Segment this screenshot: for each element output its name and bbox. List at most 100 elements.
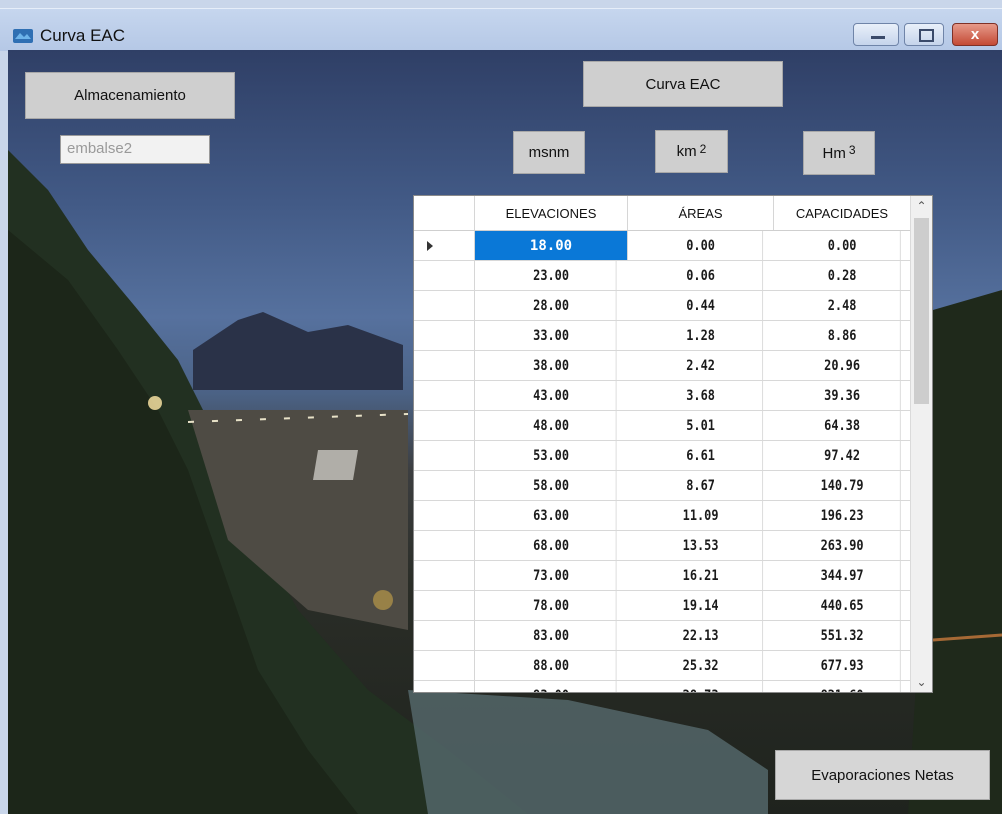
table-row[interactable]: 43.00 3.68 39.36 xyxy=(414,381,911,411)
cell-elevacion[interactable]: 73.00 xyxy=(486,561,617,590)
table-row[interactable]: 53.00 6.61 97.42 xyxy=(414,441,911,471)
embalse-input[interactable]: embalse2 xyxy=(60,135,210,164)
table-row[interactable]: 28.00 0.44 2.48 xyxy=(414,291,911,321)
cell-capacidad[interactable]: 8.86 xyxy=(784,321,901,350)
column-header-elevaciones[interactable]: ELEVACIONES xyxy=(475,196,628,230)
table-row[interactable]: 63.00 11.09 196.23 xyxy=(414,501,911,531)
cell-area[interactable]: 16.21 xyxy=(639,561,764,590)
curva-eac-button[interactable]: Curva EAC xyxy=(583,61,783,107)
cell-area[interactable]: 0.06 xyxy=(639,261,764,290)
cell-area[interactable]: 5.01 xyxy=(639,411,764,440)
row-header[interactable] xyxy=(414,351,475,380)
row-header[interactable] xyxy=(414,651,475,680)
cell-capacidad[interactable]: 263.90 xyxy=(784,531,901,560)
table-row[interactable]: 58.00 8.67 140.79 xyxy=(414,471,911,501)
cell-capacidad[interactable]: 0.28 xyxy=(784,261,901,290)
cell-area[interactable]: 19.14 xyxy=(639,591,764,620)
maximize-button[interactable] xyxy=(904,23,944,46)
table-row[interactable]: 93.00 28.73 821.60 xyxy=(414,681,911,692)
cell-capacidad[interactable]: 821.60 xyxy=(784,681,901,692)
table-row[interactable]: 78.00 19.14 440.65 xyxy=(414,591,911,621)
table-row[interactable]: 48.00 5.01 64.38 xyxy=(414,411,911,441)
cell-capacidad[interactable]: 20.96 xyxy=(784,351,901,380)
grid-rows: 18.00 0.00 0.00 23.00 0.06 0.28 28.00 0.44 2.48 3… xyxy=(414,231,911,692)
row-header[interactable] xyxy=(414,261,475,290)
table-row[interactable]: 23.00 0.06 0.28 xyxy=(414,261,911,291)
cell-elevacion[interactable]: 23.00 xyxy=(486,261,617,290)
column-header-areas[interactable]: ÁREAS xyxy=(628,196,774,230)
row-header[interactable] xyxy=(414,441,475,470)
table-row[interactable]: 88.00 25.32 677.93 xyxy=(414,651,911,681)
row-header[interactable] xyxy=(414,591,475,620)
cell-capacidad[interactable]: 2.48 xyxy=(784,291,901,320)
row-header[interactable] xyxy=(414,381,475,410)
cell-elevacion[interactable]: 18.00 xyxy=(475,231,628,260)
cell-capacidad[interactable]: 97.42 xyxy=(784,441,901,470)
cell-area[interactable]: 0.00 xyxy=(639,231,764,260)
scroll-up-icon[interactable]: ⌃ xyxy=(911,196,932,216)
title-bar[interactable]: Curva EAC x xyxy=(0,8,1002,51)
evaporaciones-netas-button[interactable]: Evaporaciones Netas xyxy=(775,750,990,800)
cell-elevacion[interactable]: 78.00 xyxy=(486,591,617,620)
row-header[interactable] xyxy=(414,411,475,440)
row-header[interactable] xyxy=(414,471,475,500)
table-row[interactable]: 68.00 13.53 263.90 xyxy=(414,531,911,561)
cell-elevacion[interactable]: 38.00 xyxy=(486,351,617,380)
cell-elevacion[interactable]: 68.00 xyxy=(486,531,617,560)
cell-elevacion[interactable]: 43.00 xyxy=(486,381,617,410)
cell-capacidad[interactable]: 551.32 xyxy=(784,621,901,650)
cell-capacidad[interactable]: 344.97 xyxy=(784,561,901,590)
table-row[interactable]: 38.00 2.42 20.96 xyxy=(414,351,911,381)
cell-elevacion[interactable]: 53.00 xyxy=(486,441,617,470)
cell-area[interactable]: 2.42 xyxy=(639,351,764,380)
cell-capacidad[interactable]: 196.23 xyxy=(784,501,901,530)
cell-elevacion[interactable]: 28.00 xyxy=(486,291,617,320)
row-header[interactable] xyxy=(414,531,475,560)
minimize-button[interactable] xyxy=(853,23,899,46)
row-header[interactable] xyxy=(414,321,475,350)
km2-button[interactable]: km 2 xyxy=(655,130,728,173)
cell-elevacion[interactable]: 63.00 xyxy=(486,501,617,530)
cell-area[interactable]: 11.09 xyxy=(639,501,764,530)
row-header[interactable] xyxy=(414,561,475,590)
cell-capacidad[interactable]: 64.38 xyxy=(784,411,901,440)
cell-area[interactable]: 25.32 xyxy=(639,651,764,680)
row-header[interactable] xyxy=(414,681,475,692)
column-header-capacidades[interactable]: CAPACIDADES xyxy=(774,196,911,230)
cell-elevacion[interactable]: 88.00 xyxy=(486,651,617,680)
cell-area[interactable]: 0.44 xyxy=(639,291,764,320)
table-row[interactable]: 33.00 1.28 8.86 xyxy=(414,321,911,351)
cell-area[interactable]: 3.68 xyxy=(639,381,764,410)
eac-data-grid[interactable]: ELEVACIONES ÁREAS CAPACIDADES 18.00 0.00 0… xyxy=(413,195,933,693)
table-row[interactable]: 73.00 16.21 344.97 xyxy=(414,561,911,591)
cell-area[interactable]: 1.28 xyxy=(639,321,764,350)
cell-capacidad[interactable]: 140.79 xyxy=(784,471,901,500)
vertical-scrollbar[interactable]: ⌃ ⌄ xyxy=(910,196,932,692)
msnm-button[interactable]: msnm xyxy=(513,131,585,174)
cell-area[interactable]: 13.53 xyxy=(639,531,764,560)
table-row[interactable]: 18.00 0.00 0.00 xyxy=(414,231,911,261)
cell-area[interactable]: 8.67 xyxy=(639,471,764,500)
cell-capacidad[interactable]: 440.65 xyxy=(784,591,901,620)
cell-capacidad[interactable]: 677.93 xyxy=(784,651,901,680)
row-header[interactable] xyxy=(414,291,475,320)
cell-area[interactable]: 6.61 xyxy=(639,441,764,470)
row-header[interactable] xyxy=(414,501,475,530)
row-header[interactable] xyxy=(414,621,475,650)
table-row[interactable]: 83.00 22.13 551.32 xyxy=(414,621,911,651)
cell-capacidad[interactable]: 0.00 xyxy=(784,231,901,260)
scroll-down-icon[interactable]: ⌄ xyxy=(911,672,932,692)
row-header[interactable] xyxy=(414,231,475,260)
cell-area[interactable]: 22.13 xyxy=(639,621,764,650)
cell-area[interactable]: 28.73 xyxy=(639,681,764,692)
cell-elevacion[interactable]: 48.00 xyxy=(486,411,617,440)
scroll-thumb[interactable] xyxy=(914,218,929,404)
close-button[interactable]: x xyxy=(952,23,998,46)
almacenamiento-button[interactable]: Almacenamiento xyxy=(25,72,235,119)
cell-elevacion[interactable]: 58.00 xyxy=(486,471,617,500)
cell-elevacion[interactable]: 83.00 xyxy=(486,621,617,650)
hm3-button[interactable]: Hm 3 xyxy=(803,131,875,175)
cell-elevacion[interactable]: 93.00 xyxy=(486,681,617,692)
cell-capacidad[interactable]: 39.36 xyxy=(784,381,901,410)
cell-elevacion[interactable]: 33.00 xyxy=(486,321,617,350)
